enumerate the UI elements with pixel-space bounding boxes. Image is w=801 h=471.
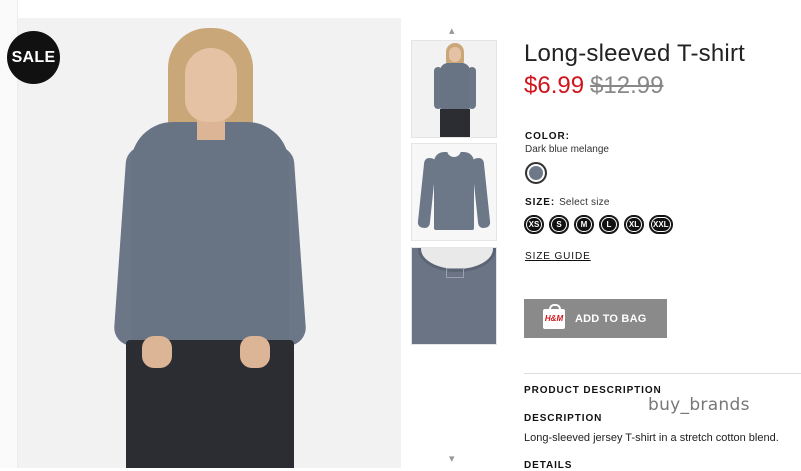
model-left-hand [142,336,172,368]
watermark: buy_brands [648,395,750,415]
thumb-face [449,47,461,62]
color-value: Dark blue melange [525,144,609,155]
model-face [185,48,237,122]
size-option-s[interactable]: S [549,215,569,234]
original-price: $12.99 [590,72,664,99]
sale-price: $6.99 [524,72,585,99]
thumb-shirt [440,63,470,109]
sale-badge: SALE [7,31,60,84]
add-to-bag-label: ADD TO BAG [575,312,647,325]
color-swatch-dark-blue-melange[interactable] [525,162,547,184]
description-text: Long-sleeved jersey T-shirt in a stretch… [524,432,779,444]
thumbnail-scroll-up-icon[interactable]: ▴ [449,24,455,37]
size-guide-link[interactable]: SIZE GUIDE [525,251,591,262]
thumbnail-fabric-detail[interactable] [411,247,497,345]
bag-logo: H&M [544,314,564,323]
description-heading: DESCRIPTION [524,413,603,424]
size-label: SIZE: [525,197,556,208]
thumb-jeans [440,109,470,137]
add-to-bag-button[interactable]: H&M ADD TO BAG [524,299,667,338]
model-shirt [131,122,289,348]
size-option-xl[interactable]: XL [624,215,644,234]
thumbnail-shirt-flat[interactable] [411,143,497,241]
thumbnail-model-front[interactable] [411,40,497,138]
shopping-bag-icon: H&M [543,303,565,329]
product-title: Long-sleeved T-shirt [524,40,746,67]
size-option-xs[interactable]: XS [524,215,544,234]
model-right-hand [240,336,270,368]
size-row: SIZE: Select size [525,197,610,208]
size-hint: Select size [559,197,610,208]
thumb-sleeve-right [471,157,491,229]
price-row: $6.99 $12.99 [524,72,663,100]
main-product-image[interactable] [18,18,401,468]
size-option-l[interactable]: L [599,215,619,234]
thumb-shirt-body [434,152,474,230]
size-options: XS S M L XL XXL [524,215,673,234]
thumb-neck-label [446,268,464,278]
section-divider [524,373,801,374]
product-description-heading[interactable]: PRODUCT DESCRIPTION [524,385,662,396]
color-label: COLOR: [525,131,570,142]
size-option-m[interactable]: M [574,215,594,234]
thumbnail-scroll-down-icon[interactable]: ▾ [449,452,455,465]
details-heading[interactable]: DETAILS [524,460,572,471]
size-option-xxl[interactable]: XXL [649,215,673,234]
